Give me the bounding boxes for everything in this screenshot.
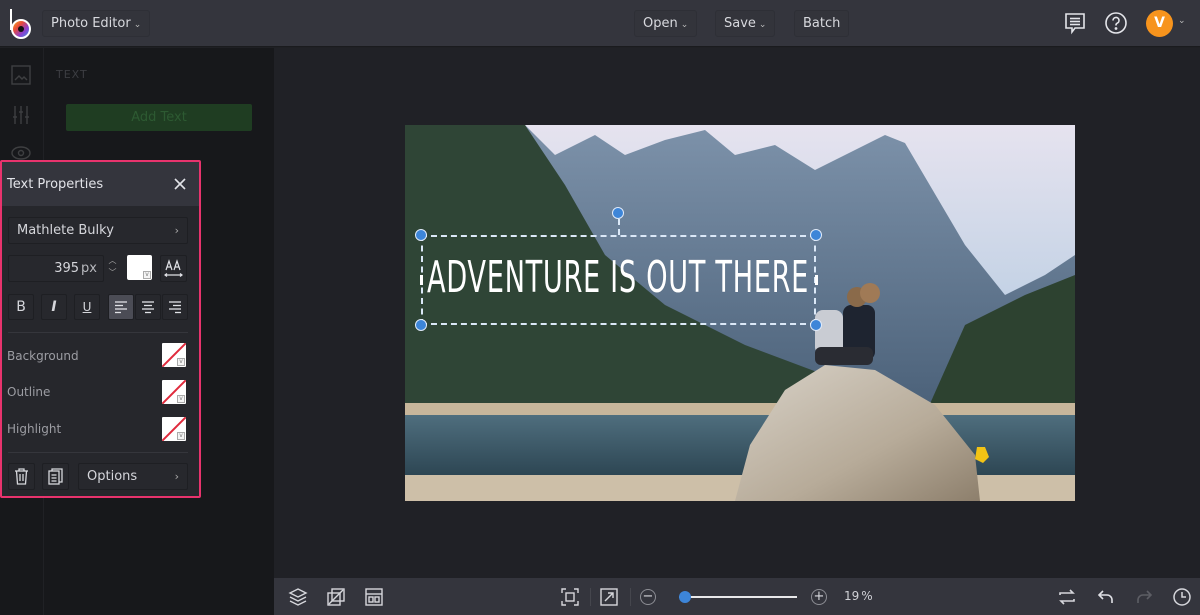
zoom-in-button[interactable]: +	[811, 589, 827, 605]
chevron-down-icon: v	[143, 271, 151, 279]
letter-spacing-icon	[164, 259, 183, 277]
redo-icon[interactable]	[1134, 587, 1154, 607]
fit-to-screen-icon[interactable]	[560, 587, 580, 607]
compare-icon[interactable]	[1057, 587, 1077, 607]
befunky-logo[interactable]	[9, 9, 33, 39]
divider	[590, 588, 591, 606]
open-menu[interactable]: Open ⌄	[634, 10, 698, 37]
align-right-button[interactable]	[162, 294, 188, 320]
options-label: Options	[87, 469, 138, 484]
help-icon[interactable]	[1104, 11, 1128, 35]
options-button[interactable]: Options ›	[78, 463, 188, 490]
layers-icon[interactable]	[288, 587, 308, 607]
divider	[8, 452, 188, 453]
resize-handle-right[interactable]	[815, 275, 818, 285]
save-menu-label: Save	[724, 16, 756, 31]
align-left-button[interactable]	[108, 294, 134, 320]
chevron-up-icon[interactable]: ︿	[106, 255, 119, 267]
close-icon[interactable]	[172, 176, 188, 192]
align-center-icon	[142, 301, 154, 314]
text-color-swatch[interactable]: v	[127, 255, 152, 280]
text-section-title: TEXT	[56, 68, 88, 81]
align-center-button[interactable]	[135, 294, 161, 320]
divider	[630, 588, 631, 606]
batch-button[interactable]: Batch	[794, 10, 850, 37]
align-right-icon	[169, 301, 181, 314]
add-text-button[interactable]: Add Text	[66, 104, 252, 131]
zoom-slider-track[interactable]	[679, 596, 797, 598]
user-avatar[interactable]: V	[1146, 10, 1173, 37]
background-label: Background	[7, 349, 79, 363]
avatar-initial: V	[1154, 15, 1165, 31]
chevron-down-icon: ⌄	[680, 20, 689, 30]
chevron-right-icon: ›	[174, 224, 179, 237]
resize-handle-bottom-left[interactable]	[415, 319, 427, 331]
undo-icon[interactable]	[1096, 587, 1116, 607]
open-menu-label: Open	[643, 16, 678, 31]
chevron-down-icon: v	[177, 432, 185, 440]
duplicate-icon	[48, 468, 63, 485]
divider	[8, 332, 188, 333]
photo-editor-menu-label: Photo Editor	[51, 16, 131, 31]
chevron-down-icon: ⌄	[133, 20, 142, 30]
chevron-down-icon: v	[177, 358, 185, 366]
zoom-level-value: 19	[844, 589, 860, 603]
zoom-slider-handle[interactable]	[678, 591, 691, 603]
outline-color-swatch[interactable]: v	[162, 380, 186, 404]
bold-button[interactable]: B	[8, 294, 34, 320]
zoom-level-unit: %	[861, 589, 873, 603]
shore-far	[405, 403, 1075, 415]
panel-title: Text Properties	[7, 177, 104, 192]
resize-handle-left[interactable]	[420, 275, 423, 285]
font-family-value: Mathlete Bulky	[17, 223, 114, 238]
font-size-value: 395	[54, 261, 80, 276]
duplicate-button[interactable]	[42, 463, 69, 490]
delete-button[interactable]	[8, 463, 35, 490]
resize-handle-top-left[interactable]	[415, 229, 427, 241]
batch-button-label: Batch	[803, 16, 841, 31]
chevron-right-icon: ›	[174, 470, 179, 483]
zoom-level: 19%	[844, 589, 873, 603]
chevron-down-icon: v	[177, 395, 185, 403]
feedback-chat-icon[interactable]	[1063, 11, 1087, 35]
align-left-icon	[115, 301, 127, 314]
image-icon[interactable]	[10, 64, 32, 86]
text-selection-box[interactable]	[421, 235, 816, 325]
letter-spacing-button[interactable]	[160, 255, 187, 282]
text-properties-panel: Text Properties Mathlete Bulky › 395 px ︿…	[0, 160, 201, 498]
actual-size-icon[interactable]	[599, 587, 619, 607]
chevron-down-icon: ⌄	[758, 20, 767, 30]
font-size-input[interactable]: 395 px	[8, 255, 104, 282]
crop-layer-icon[interactable]	[326, 587, 346, 607]
rotation-line	[618, 219, 620, 235]
photo-editor-menu[interactable]: Photo Editor ⌄	[42, 10, 151, 37]
history-icon[interactable]	[1172, 587, 1192, 607]
zoom-out-button[interactable]: −	[640, 589, 656, 605]
font-size-stepper[interactable]: ︿ ﹀	[106, 255, 119, 282]
outline-label: Outline	[7, 385, 51, 399]
background-color-swatch[interactable]: v	[162, 343, 186, 367]
highlight-label: Highlight	[7, 422, 62, 436]
trash-icon	[15, 468, 28, 485]
chevron-down-icon[interactable]: ⌄	[1178, 16, 1186, 26]
highlight-color-swatch[interactable]: v	[162, 417, 186, 441]
font-size-unit: px	[81, 261, 97, 276]
resize-handle-top-right[interactable]	[810, 229, 822, 241]
chevron-down-icon[interactable]: ﹀	[106, 267, 119, 279]
layout-icon[interactable]	[364, 587, 384, 607]
italic-button[interactable]: I	[41, 294, 67, 320]
resize-handle-bottom-right[interactable]	[810, 319, 822, 331]
top-bar: Photo Editor ⌄ Open ⌄ Save ⌄ Batch V ⌄	[0, 0, 1200, 47]
panel-header: Text Properties	[2, 162, 199, 206]
adjustments-icon[interactable]	[10, 104, 32, 126]
font-family-select[interactable]: Mathlete Bulky ›	[8, 217, 188, 244]
rotate-handle[interactable]	[612, 207, 624, 219]
underline-button[interactable]: U	[74, 294, 100, 320]
save-menu[interactable]: Save ⌄	[715, 10, 776, 37]
